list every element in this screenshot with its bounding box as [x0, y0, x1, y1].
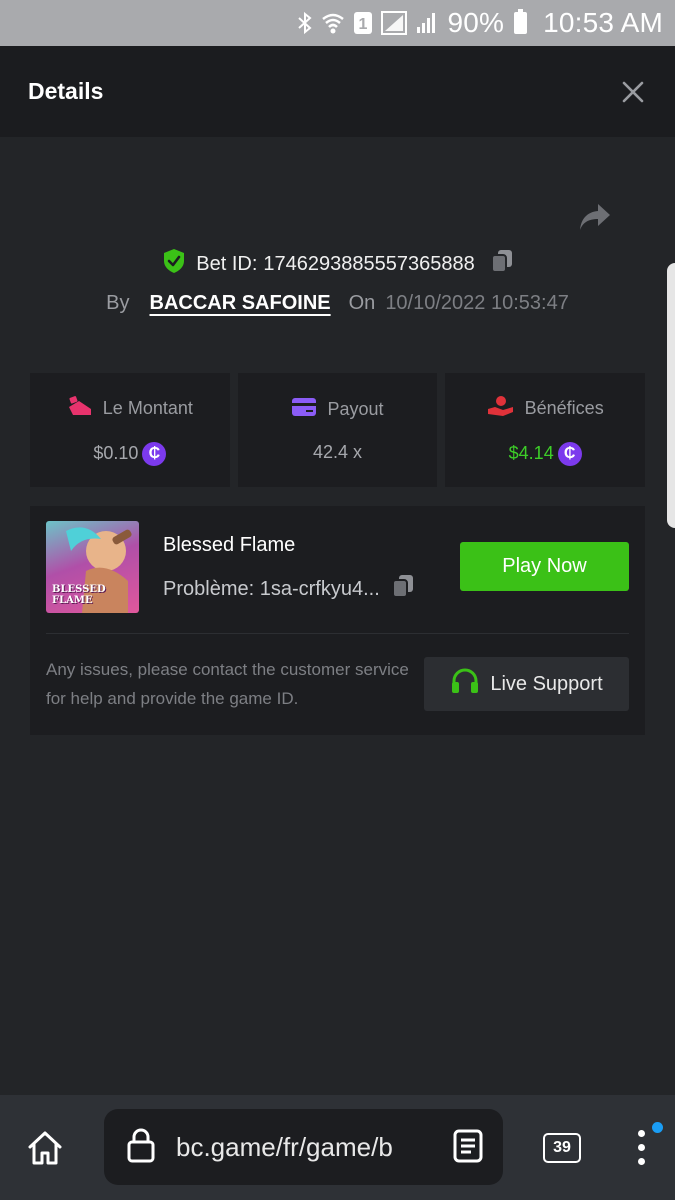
money-bag-icon — [67, 395, 93, 422]
amount-value: $0.10 — [93, 443, 139, 463]
profit-value: $4.14 — [508, 443, 554, 463]
game-thumbnail[interactable]: BLESSED FLAME — [46, 521, 139, 613]
game-issue-row: Problème: 1sa-crfkyu4... — [163, 574, 414, 604]
game-card: BLESSED FLAME Blessed Flame Problème: 1s… — [30, 506, 645, 735]
payout-label: Payout — [327, 399, 384, 419]
clock: 10:53 AM — [543, 7, 663, 38]
shield-check-icon — [162, 248, 186, 280]
amount-label: Le Montant — [102, 397, 193, 418]
game-name: Blessed Flame — [163, 534, 296, 556]
thumb-title-2: FLAME — [52, 595, 93, 606]
more-menu-icon[interactable] — [630, 1122, 663, 1168]
play-now-button[interactable]: Play Now — [460, 542, 629, 591]
coin-icon: ₵ — [142, 441, 167, 466]
wifi-icon — [321, 11, 345, 35]
live-support-button[interactable]: Live Support — [424, 657, 629, 711]
scroll-handle[interactable] — [667, 263, 675, 528]
reader-mode-icon[interactable] — [453, 1129, 483, 1168]
url-text: bc.game/fr/game/b — [176, 1131, 393, 1162]
profit-label: Bénéfices — [524, 397, 604, 418]
by-label: By — [106, 291, 130, 314]
hand-coin-icon — [487, 395, 515, 422]
battery-percent: 90% — [447, 7, 505, 38]
on-label: On — [348, 291, 376, 314]
headset-icon — [450, 667, 480, 701]
notification-dot — [652, 1122, 663, 1133]
bet-id-value: 1746293885557365888 — [263, 252, 475, 275]
page-title: Details — [28, 78, 104, 104]
live-support-label: Live Support — [490, 672, 603, 695]
stat-profit: Bénéfices $4.14 ₵ — [445, 373, 646, 487]
tab-count-button[interactable]: 39 — [543, 1133, 581, 1163]
coin-icon: ₵ — [557, 441, 582, 466]
divider — [46, 633, 629, 634]
stat-amount: Le Montant $0.10 ₵ — [30, 373, 230, 487]
stat-payout: Payout 42.4 x — [237, 373, 438, 487]
thumb-title-1: BLESSED — [52, 584, 106, 595]
details-header: Details — [0, 46, 675, 137]
status-bar: 1 90% 10:53 AM — [0, 0, 675, 46]
copy-icon[interactable] — [490, 249, 513, 279]
home-icon[interactable] — [26, 1129, 64, 1167]
help-text: Any issues, please contact the customer … — [46, 660, 409, 708]
bet-id-row: Bet ID: 1746293885557365888 — [0, 248, 675, 280]
card-icon — [291, 397, 317, 422]
battery-icon — [514, 9, 528, 34]
bet-stats: Le Montant $0.10 ₵ Payout 42.4 x Bénéfic… — [30, 373, 646, 487]
user-link[interactable]: BACCAR SAFOINE — [150, 292, 331, 315]
svg-text:1: 1 — [359, 16, 368, 33]
close-icon[interactable] — [619, 78, 647, 106]
lock-icon — [126, 1127, 156, 1168]
sim-icon: 1 — [353, 11, 373, 35]
url-bar[interactable]: bc.game/fr/game/b — [104, 1109, 503, 1185]
payout-value: 42.4 x — [312, 442, 363, 462]
bet-datetime: 10/10/2022 10:53:47 — [385, 291, 569, 314]
share-icon[interactable] — [578, 202, 612, 232]
signal-icon — [381, 11, 408, 35]
bet-owner-row: By BACCAR SAFOINE On 10/10/2022 10:53:47 — [0, 287, 675, 319]
bet-id-label: Bet ID: — [196, 252, 258, 275]
signal-icon — [415, 11, 439, 35]
copy-icon[interactable] — [391, 574, 414, 604]
game-issue-text: Problème: 1sa-crfkyu4... — [163, 577, 380, 600]
bluetooth-icon — [297, 11, 313, 35]
